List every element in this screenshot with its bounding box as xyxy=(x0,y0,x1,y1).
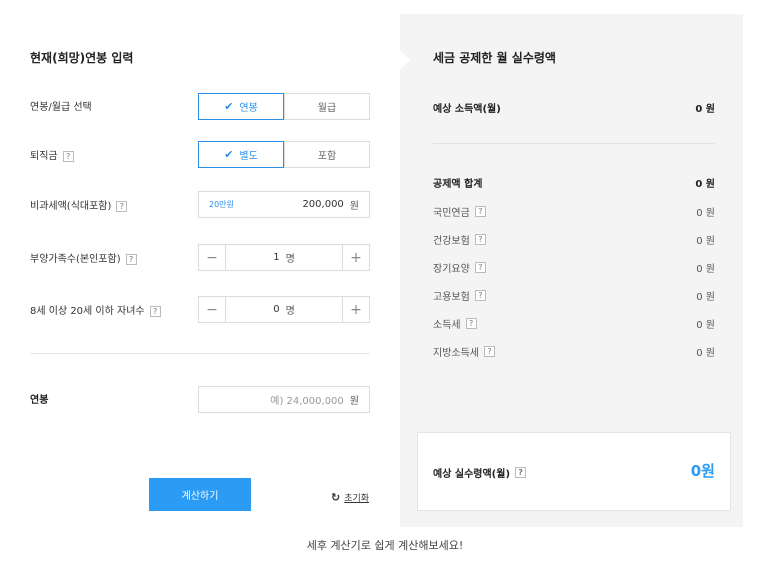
dependents-label-row: 부양가족수(본인포함)? xyxy=(30,250,137,265)
salary-type-monthly-button[interactable]: 월급 xyxy=(284,93,370,120)
dependents-stepper: − 1 명 + xyxy=(198,244,370,271)
deduction-total-value: 0 원 xyxy=(695,179,715,190)
deduction-label: 장기요양 xyxy=(433,264,470,275)
deduction-label: 고용보험 xyxy=(433,292,470,303)
reset-button[interactable]: ↻ 초기화 xyxy=(331,491,369,504)
severance-help-icon[interactable]: ? xyxy=(62,150,74,162)
deduction-total-label: 공제액 합계 xyxy=(433,179,483,190)
deduction-label: 지방소득세 xyxy=(433,348,479,359)
salary-unit: 원 xyxy=(349,396,359,407)
children-unit: 명 xyxy=(285,306,295,317)
salary-type-label: 연봉/월급 선택 xyxy=(30,102,92,113)
form-title: 현재(희망)연봉 입력 xyxy=(30,51,134,65)
employment-help-icon[interactable]: ? xyxy=(474,290,486,301)
result-panel: 세금 공제한 월 실수령액 예상 소득액(월) 0 원 공제액 합계 0 원 국… xyxy=(400,14,743,527)
deduction-row-pension: 국민연금? 0 원 xyxy=(433,204,715,219)
severance-toggle: ✔ 별도 포함 xyxy=(198,141,370,168)
dependents-help-icon[interactable]: ? xyxy=(125,253,137,265)
result-title: 세금 공제한 월 실수령액 xyxy=(433,51,556,65)
net-pay-value: 0원 xyxy=(690,462,715,480)
children-label: 8세 이상 20세 이하 자녀수 xyxy=(30,306,145,317)
salary-type-annual-label: 연봉 xyxy=(239,103,258,114)
footer-caption: 세후 계산기로 쉽게 계산해보세요! xyxy=(306,539,464,552)
deduction-label: 건강보험 xyxy=(433,236,470,247)
deduction-value: 0 원 xyxy=(696,320,715,331)
children-value-field[interactable]: 0 명 xyxy=(226,297,342,322)
check-icon: ✔ xyxy=(224,100,234,113)
health-help-icon[interactable]: ? xyxy=(474,234,486,245)
expected-income-value: 0 원 xyxy=(695,104,715,115)
non-taxable-label: 비과세액(식대포함) xyxy=(30,201,112,212)
salary-type-annual-button[interactable]: ✔ 연봉 xyxy=(198,93,284,120)
dependents-minus-button[interactable]: − xyxy=(199,245,226,270)
net-pay-box: 예상 실수령액(월)? 0원 xyxy=(417,432,731,511)
reset-label: 초기화 xyxy=(344,494,370,504)
dependents-value-field[interactable]: 1 명 xyxy=(226,245,342,270)
deduction-row-health: 건강보험? 0 원 xyxy=(433,232,715,247)
local-tax-help-icon[interactable]: ? xyxy=(484,346,495,357)
longterm-care-help-icon[interactable]: ? xyxy=(474,262,486,273)
severance-separate-label: 별도 xyxy=(239,151,258,162)
dependents-value: 1 xyxy=(273,252,280,263)
salary-input[interactable]: 예) 24,000,000 원 xyxy=(198,386,370,413)
deduction-row-local-tax: 지방소득세? 0 원 xyxy=(433,344,715,359)
form-divider xyxy=(30,353,370,354)
dependents-label: 부양가족수(본인포함) xyxy=(30,254,121,265)
net-pay-label-row: 예상 실수령액(월)? xyxy=(433,465,527,480)
salary-type-monthly-label: 월급 xyxy=(317,103,337,114)
children-value: 0 xyxy=(273,304,280,315)
children-label-row: 8세 이상 20세 이하 자녀수? xyxy=(30,302,161,317)
children-stepper: − 0 명 + xyxy=(198,296,370,323)
result-divider xyxy=(433,143,715,144)
children-minus-button[interactable]: − xyxy=(199,297,226,322)
non-taxable-unit: 원 xyxy=(349,201,359,212)
non-taxable-value: 200,000 xyxy=(302,199,344,210)
pension-help-icon[interactable]: ? xyxy=(474,206,486,217)
panel-notch xyxy=(400,50,410,70)
deduction-row-income-tax: 소득세? 0 원 xyxy=(433,316,715,331)
deduction-value: 0 원 xyxy=(696,292,715,303)
calculate-button[interactable]: 계산하기 xyxy=(149,478,251,511)
check-icon: ✔ xyxy=(224,148,234,161)
dependents-unit: 명 xyxy=(285,254,295,265)
deduction-row-longterm-care: 장기요양? 0 원 xyxy=(433,260,715,275)
salary-label: 연봉 xyxy=(30,395,49,406)
deduction-value: 0 원 xyxy=(696,236,715,247)
severance-included-button[interactable]: 포함 xyxy=(284,141,370,168)
salary-type-toggle: ✔ 연봉 월급 xyxy=(198,93,370,120)
non-taxable-help-icon[interactable]: ? xyxy=(116,200,128,212)
income-tax-help-icon[interactable]: ? xyxy=(465,318,477,329)
deduction-row-employment: 고용보험? 0 원 xyxy=(433,288,715,303)
net-pay-label: 예상 실수령액(월) xyxy=(433,469,511,480)
non-taxable-label-row: 비과세액(식대포함)? xyxy=(30,197,128,212)
severance-included-label: 포함 xyxy=(317,151,337,162)
salary-placeholder: 예) 24,000,000 xyxy=(270,396,344,407)
deduction-value: 0 원 xyxy=(696,348,715,359)
dependents-plus-button[interactable]: + xyxy=(342,245,369,270)
non-taxable-tag: 20만원 xyxy=(209,200,234,209)
refresh-icon: ↻ xyxy=(331,491,341,504)
net-pay-help-icon[interactable]: ? xyxy=(515,467,527,478)
children-plus-button[interactable]: + xyxy=(342,297,369,322)
deduction-label: 소득세 xyxy=(433,320,461,331)
non-taxable-input[interactable]: 20만원 200,000 원 xyxy=(198,191,370,218)
deduction-value: 0 원 xyxy=(696,208,715,219)
severance-separate-button[interactable]: ✔ 별도 xyxy=(198,141,284,168)
severance-label: 퇴직금 xyxy=(30,151,58,162)
input-panel: 현재(희망)연봉 입력 연봉/월급 선택 ✔ 연봉 월급 퇴직금? ✔ 별도 포… xyxy=(30,0,370,530)
deduction-total-row: 공제액 합계 0 원 xyxy=(433,175,715,190)
severance-label-row: 퇴직금? xyxy=(30,147,74,162)
children-help-icon[interactable]: ? xyxy=(149,305,161,317)
deduction-label: 국민연금 xyxy=(433,208,470,219)
expected-income-row: 예상 소득액(월) 0 원 xyxy=(433,100,715,115)
expected-income-label: 예상 소득액(월) xyxy=(433,104,501,115)
deduction-value: 0 원 xyxy=(696,264,715,275)
